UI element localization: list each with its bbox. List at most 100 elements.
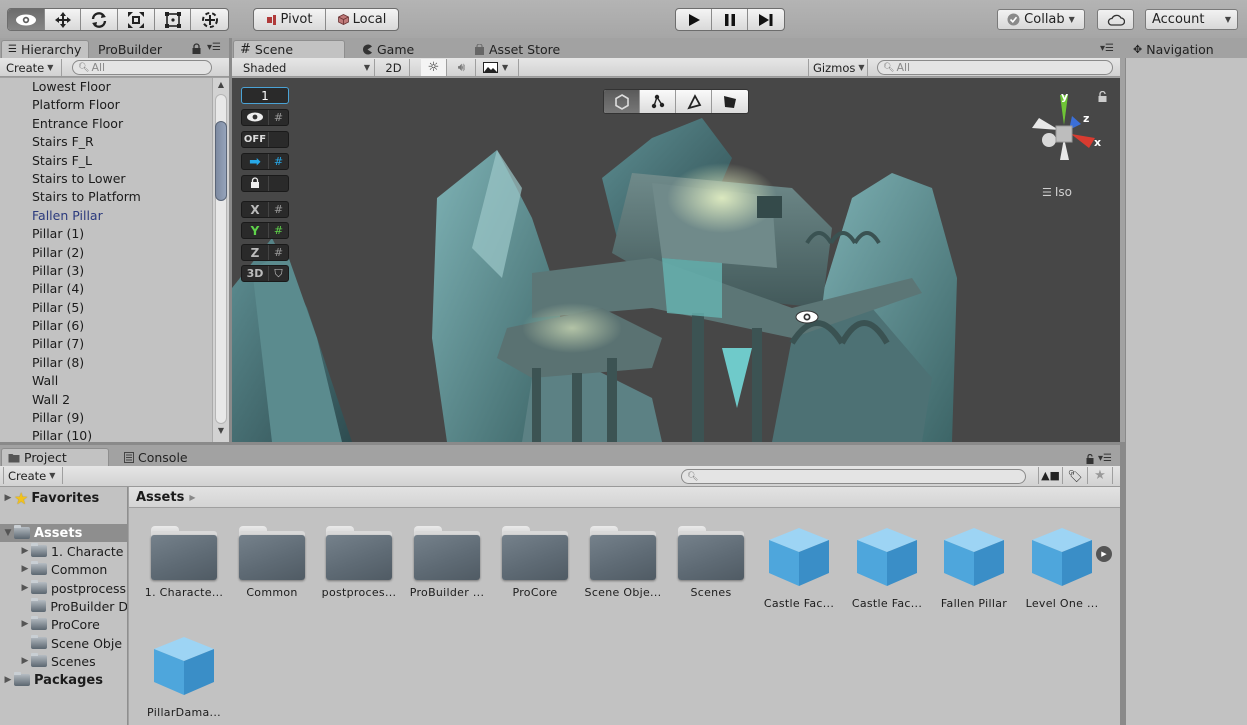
hierarchy-item[interactable]: Pillar (4): [0, 280, 212, 298]
lighting-toggle-button[interactable]: ☼: [421, 59, 447, 76]
face-mode-button[interactable]: [712, 90, 748, 113]
asset-folder[interactable]: ProCore: [491, 526, 579, 599]
move-tool-button[interactable]: [45, 9, 82, 30]
tab-hierarchy[interactable]: ☰ Hierarchy: [1, 40, 89, 58]
scroll-up-arrow-icon[interactable]: ▲: [213, 80, 229, 94]
asset-folder[interactable]: 1. Characte...: [140, 526, 228, 599]
unlock-icon[interactable]: [1098, 91, 1107, 102]
edge-mode-button[interactable]: [676, 90, 712, 113]
tab-console[interactable]: Console: [118, 448, 194, 466]
breadcrumb-assets[interactable]: Assets: [136, 490, 184, 505]
hierarchy-item[interactable]: Pillar (7): [0, 335, 212, 353]
panel-divider[interactable]: [0, 442, 1125, 445]
asset-folder[interactable]: Scene Obje...: [579, 526, 667, 599]
tree-item[interactable]: ▶ ProCore: [0, 615, 127, 633]
hierarchy-item[interactable]: Pillar (3): [0, 262, 212, 280]
pivot-toggle-button[interactable]: Pivot: [254, 9, 326, 30]
scene-search[interactable]: 🔍︎: [877, 60, 1113, 75]
tree-item[interactable]: ▶ ★ Favorites: [0, 489, 127, 508]
panel-menu-icon[interactable]: ▾☰: [1100, 43, 1114, 54]
step-button[interactable]: [748, 9, 784, 30]
project-search[interactable]: 🔍︎: [681, 469, 1026, 484]
hierarchy-item[interactable]: Pillar (9): [0, 409, 212, 427]
project-create-button[interactable]: Create ▼: [3, 467, 63, 484]
projection-toggle[interactable]: ☰ Iso: [1042, 185, 1072, 199]
scrollbar-thumb[interactable]: [215, 121, 227, 201]
tab-game[interactable]: Game: [356, 40, 420, 58]
y-axis-grid-button[interactable]: Y #: [241, 222, 289, 239]
hierarchy-item[interactable]: Wall: [0, 372, 212, 390]
asset-prefab[interactable]: PillarDama...: [140, 635, 228, 719]
asset-prefab[interactable]: Castle Fac...: [755, 526, 843, 610]
asset-folder[interactable]: Scenes: [667, 526, 755, 599]
x-axis-grid-button[interactable]: X #: [241, 201, 289, 218]
expand-arrow-right-icon[interactable]: ▶: [19, 564, 31, 574]
tree-item[interactable]: Scene Obje: [0, 634, 127, 652]
tab-project[interactable]: Project: [1, 448, 109, 466]
play-button[interactable]: [676, 9, 713, 30]
hierarchy-item[interactable]: Platform Floor: [0, 96, 212, 114]
asset-folder[interactable]: postproces...: [315, 526, 403, 599]
rect-tool-button[interactable]: [155, 9, 192, 30]
hierarchy-scrollbar[interactable]: ▲ ▼: [212, 78, 229, 442]
grid-size-field[interactable]: 1: [241, 87, 289, 104]
lock-icon[interactable]: [192, 43, 201, 54]
3d-grid-button[interactable]: 3D ⛉: [241, 265, 289, 282]
search-by-type-button[interactable]: ▲■: [1038, 467, 1063, 484]
z-axis-grid-button[interactable]: Z #: [241, 244, 289, 261]
hierarchy-item[interactable]: Stairs F_L: [0, 152, 212, 170]
pause-button[interactable]: [712, 9, 748, 30]
lock-grid-toggle[interactable]: [241, 175, 289, 192]
hierarchy-item[interactable]: Pillar (5): [0, 299, 212, 317]
hierarchy-search-input[interactable]: [91, 61, 211, 74]
gizmos-dropdown[interactable]: Gizmos ▼: [808, 59, 868, 76]
push-to-grid-button[interactable]: ➡ #: [241, 153, 289, 170]
panel-menu-icon[interactable]: ▾☰: [1098, 453, 1112, 464]
tree-item[interactable]: ProBuilder D: [0, 597, 127, 615]
search-by-label-button[interactable]: 🏷︎: [1063, 467, 1088, 484]
hierarchy-item[interactable]: Stairs F_R: [0, 133, 212, 151]
scroll-down-arrow-icon[interactable]: ▼: [213, 426, 229, 440]
snap-toggle[interactable]: OFF: [241, 131, 289, 148]
asset-folder[interactable]: Common: [228, 526, 316, 599]
hierarchy-item[interactable]: Pillar (8): [0, 354, 212, 372]
hierarchy-item[interactable]: Lowest Floor: [0, 78, 212, 96]
asset-folder[interactable]: ProBuilder ...: [403, 526, 491, 599]
transform-tool-button[interactable]: [191, 9, 228, 30]
hierarchy-item[interactable]: Wall 2: [0, 391, 212, 409]
hierarchy-search[interactable]: 🔍︎: [72, 60, 212, 75]
expand-arrow-right-icon[interactable]: ▶: [2, 493, 14, 503]
expand-arrow-right-icon[interactable]: ▶: [19, 656, 31, 666]
favorite-search-button[interactable]: ★: [1088, 467, 1113, 484]
asset-prefab[interactable]: Castle Fac...: [843, 526, 931, 610]
expand-prefab-play-icon[interactable]: ▶: [1096, 546, 1112, 562]
hierarchy-item[interactable]: Pillar (10): [0, 427, 212, 442]
rotate-tool-button[interactable]: [81, 9, 119, 30]
tree-item[interactable]: ▶ 1. Characte: [0, 542, 127, 560]
tab-scene[interactable]: # Scene: [233, 40, 345, 58]
tree-item[interactable]: ▶ Common: [0, 560, 127, 578]
hierarchy-create-button[interactable]: Create ▼: [2, 59, 62, 76]
audio-toggle-button[interactable]: 🔊︎: [448, 59, 476, 76]
expand-arrow-right-icon[interactable]: ▶: [19, 546, 31, 556]
expand-arrow-down-icon[interactable]: ▼: [2, 528, 14, 538]
effects-dropdown[interactable]: ▼: [479, 59, 519, 76]
cloud-services-button[interactable]: [1097, 9, 1134, 30]
camera-eye-icon[interactable]: [795, 310, 819, 324]
show-grid-toggle[interactable]: #: [241, 109, 289, 126]
tree-item[interactable]: ▶ Packages: [0, 671, 127, 689]
expand-arrow-right-icon[interactable]: ▶: [19, 583, 31, 593]
tree-item[interactable]: ▼ Assets: [0, 524, 127, 542]
panel-menu-icon[interactable]: ▾☰: [207, 42, 221, 53]
scene-search-input[interactable]: [896, 61, 1112, 74]
tree-item[interactable]: ▶ Scenes: [0, 652, 127, 670]
scene-viewport[interactable]: 1 # OFF ➡ # X # Y # Z # 3D ⛉ y z x ☰ Iso: [232, 78, 1120, 442]
project-search-input[interactable]: [700, 470, 1025, 483]
view-tool-button[interactable]: [8, 9, 45, 30]
hierarchy-item[interactable]: Stairs to Lower: [0, 170, 212, 188]
shading-mode-dropdown[interactable]: Shaded ▼: [235, 59, 375, 76]
2d-toggle-button[interactable]: 2D: [378, 59, 410, 76]
hierarchy-item[interactable]: Pillar (1): [0, 225, 212, 243]
tab-probuilder[interactable]: ProBuilder: [92, 40, 168, 58]
lock-icon[interactable]: [1086, 454, 1094, 464]
